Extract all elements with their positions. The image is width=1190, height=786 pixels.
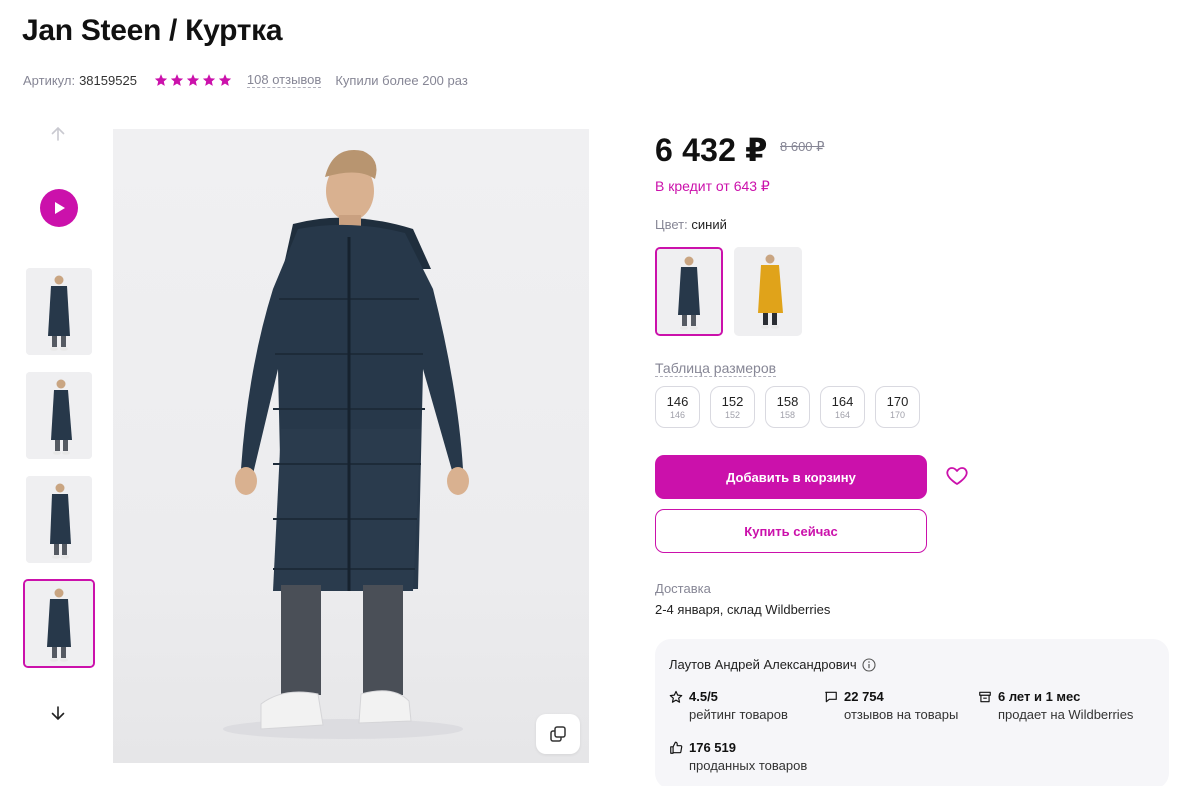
gallery-thumbnail[interactable] <box>26 476 92 563</box>
swatch-image <box>734 247 802 336</box>
size-value: 146 <box>666 393 689 409</box>
thumbnail-image <box>26 372 92 459</box>
thumbnail-image <box>25 581 93 666</box>
seller-name[interactable]: Лаутов Андрей Александрович <box>669 657 857 672</box>
add-to-cart-button[interactable]: Добавить в корзину <box>655 455 927 499</box>
rating-stars <box>154 73 232 87</box>
thumbnail-image <box>26 268 92 355</box>
color-label: Цвет: синий <box>655 217 727 232</box>
stat-value: 176 519 <box>689 740 736 755</box>
credit-offer[interactable]: В кредит от 643 ₽ <box>655 178 770 195</box>
stat-value: 4.5/5 <box>689 689 718 704</box>
size-value: 152 <box>721 393 744 409</box>
gallery-thumbnail-active[interactable] <box>23 579 95 668</box>
product-meta: Артикул: 38159525 108 отзывов Купили бол… <box>23 70 468 90</box>
stat-value: 6 лет и 1 мес <box>998 689 1081 704</box>
seller-stat-sold: 176 519 проданных товаров <box>669 740 807 773</box>
size-value: 158 <box>776 393 799 409</box>
current-price: 6 432 ₽ <box>655 132 768 168</box>
delivery-value: 2-4 января, склад Wildberries <box>655 602 831 617</box>
article-value: 38159525 <box>79 72 137 88</box>
bought-count: Купили более 200 раз <box>335 72 468 88</box>
heart-icon[interactable] <box>945 464 969 488</box>
size-sub: 146 <box>669 409 686 420</box>
size-option-146[interactable]: 146 146 <box>655 386 700 428</box>
stat-text: отзывов на товары <box>844 707 959 722</box>
star-outline-icon <box>669 690 683 703</box>
color-label-text: Цвет: <box>655 217 688 232</box>
color-value: синий <box>691 217 727 232</box>
chat-icon <box>825 691 837 702</box>
reviews-link[interactable]: 108 отзывов <box>246 72 322 88</box>
color-swatch-navy[interactable] <box>655 247 723 336</box>
thumbs-up-icon <box>670 741 683 754</box>
size-value: 170 <box>886 393 909 409</box>
article-label: Артикул: <box>23 72 76 88</box>
stat-text: продает на Wildberries <box>998 707 1134 722</box>
size-option-164[interactable]: 164 164 <box>820 386 865 428</box>
size-sub: 152 <box>724 409 741 420</box>
seller-stat-age: 6 лет и 1 мес продает на Wildberries <box>978 689 1133 722</box>
star-icon <box>202 74 216 86</box>
size-option-170[interactable]: 170 170 <box>875 386 920 428</box>
delivery-label: Доставка <box>655 581 711 596</box>
thumbnail-image <box>26 476 92 563</box>
shop-icon <box>979 691 991 702</box>
gallery-thumbnail[interactable] <box>26 268 92 355</box>
arrow-down-icon[interactable] <box>48 703 68 723</box>
seller-card: Лаутов Андрей Александрович 4.5/5 рейтин… <box>655 639 1169 786</box>
stat-text: проданных товаров <box>689 758 808 773</box>
stat-value: 22 754 <box>844 689 884 704</box>
copy-icon <box>550 726 566 742</box>
swatch-image <box>657 249 721 334</box>
size-value: 164 <box>831 393 854 409</box>
color-swatch-yellow[interactable] <box>734 247 802 336</box>
star-icon <box>170 74 184 86</box>
size-sub: 158 <box>779 409 796 420</box>
star-icon <box>154 74 168 86</box>
star-icon <box>186 74 200 86</box>
main-product-image[interactable] <box>113 129 589 763</box>
info-icon[interactable] <box>862 657 876 672</box>
size-option-152[interactable]: 152 152 <box>710 386 755 428</box>
size-sub: 170 <box>889 409 906 420</box>
seller-name-row[interactable]: Лаутов Андрей Александрович <box>669 657 876 672</box>
size-table-link[interactable]: Таблица размеров <box>655 360 777 377</box>
arrow-up-icon[interactable] <box>48 124 68 144</box>
size-option-158[interactable]: 158 158 <box>765 386 810 428</box>
gallery-thumbnail[interactable] <box>26 372 92 459</box>
size-sub: 164 <box>834 409 851 420</box>
play-icon <box>55 202 65 214</box>
seller-stat-reviews: 22 754 отзывов на товары <box>824 689 958 722</box>
star-icon <box>218 74 232 86</box>
stat-text: рейтинг товаров <box>689 707 788 722</box>
fullscreen-button[interactable] <box>536 714 580 754</box>
seller-stat-rating: 4.5/5 рейтинг товаров <box>669 689 788 722</box>
play-video-button[interactable] <box>40 189 78 227</box>
old-price: 8 600 ₽ <box>780 139 825 154</box>
product-title: Jan Steen / Куртка <box>22 14 283 47</box>
product-photo <box>223 150 469 739</box>
buy-now-button[interactable]: Купить сейчас <box>655 509 927 553</box>
